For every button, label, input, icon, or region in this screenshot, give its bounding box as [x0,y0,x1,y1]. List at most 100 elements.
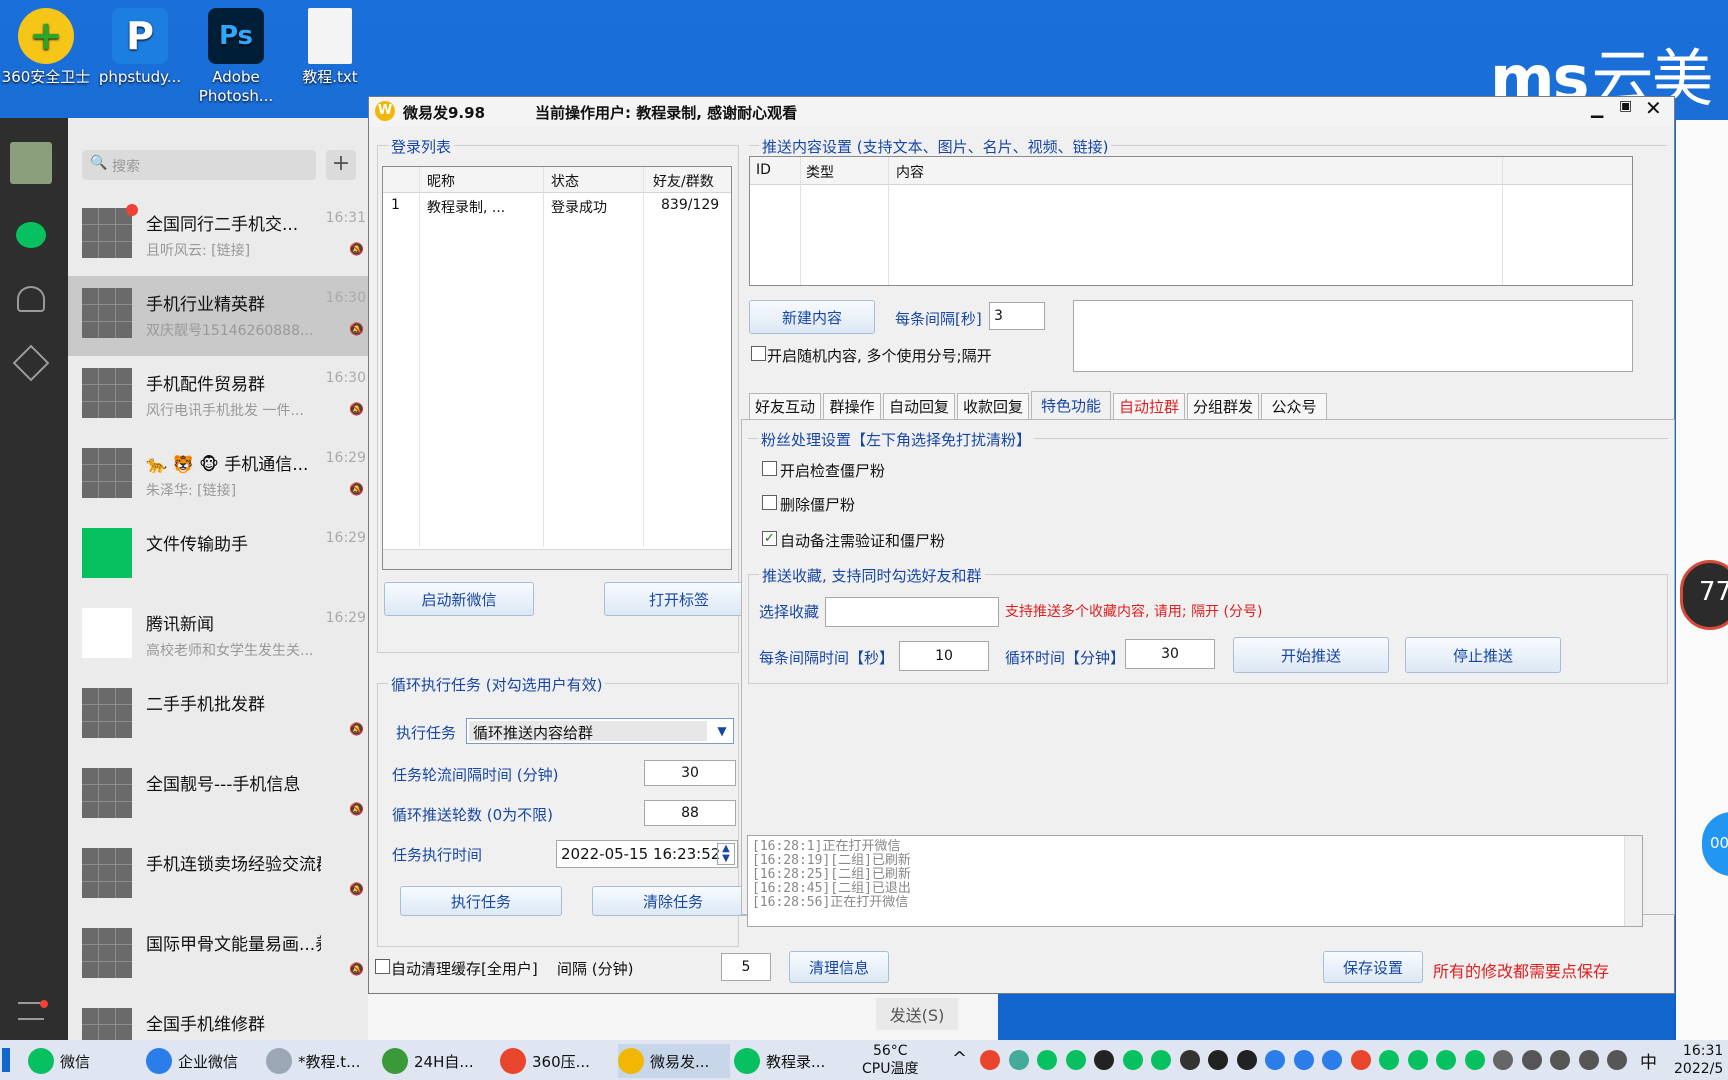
tray-icon[interactable] [1493,1050,1513,1070]
taskbar-item[interactable]: 微信 [28,1044,140,1078]
clear-task-button[interactable]: 清除任务 [592,886,754,916]
push-interval-input[interactable]: 3 [989,302,1045,330]
clock[interactable]: 16:31 2022/5 [1674,1042,1723,1078]
tray-icon[interactable] [1464,1050,1485,1070]
column-header[interactable]: 昵称 [427,171,455,191]
spin-icon[interactable]: ▲ ▼ [717,843,735,865]
new-content-button[interactable]: 新建内容 [749,300,875,334]
tray-icon[interactable] [980,1050,1000,1070]
taskbar-item[interactable]: 微易发... [618,1044,730,1078]
chat-list-item[interactable]: 手机行业精英群 16:30 双庆靓号15146260888... 🔕 [68,276,368,356]
cube-icon[interactable] [12,344,50,382]
tab-7[interactable]: 分组群发 [1187,393,1259,419]
save-settings-button[interactable]: 保存设置 [1323,951,1423,983]
check-zombie-checkbox[interactable] [762,461,777,476]
column-header[interactable]: 内容 [896,162,924,182]
tray-icon[interactable] [1179,1050,1200,1070]
chat-list-item[interactable]: 国际甲骨文能量易画...养... 🔕 [68,916,368,996]
tray-icon[interactable] [1293,1050,1314,1070]
chat-list-item[interactable]: 全国同行二手机交... 16:31 且听风云: [链接] 🔕 [68,196,368,276]
tray-icon[interactable] [1350,1050,1371,1070]
each-interval-input[interactable]: 10 [899,641,989,671]
tray-icon[interactable] [1550,1050,1570,1070]
avatar[interactable] [10,142,52,184]
ime-indicator[interactable]: 中 [1640,1048,1657,1073]
taskbar-item[interactable]: *教程.t... [266,1044,378,1078]
desktop-icon-phpstudy[interactable]: P phpstudy... [94,8,186,87]
tab-5[interactable]: 特色功能 [1031,391,1111,419]
tray-icon[interactable] [1122,1050,1143,1070]
chat-list-item[interactable]: 腾讯新闻 16:29 高校老师和女学生发生关... [68,596,368,676]
table-row[interactable]: 1 教程录制, ... 登录成功 839/129 [383,194,731,216]
chat-list-item[interactable]: 🐆 🐯 🐵 手机通信... 16:29 朱泽华: [链接] 🔕 [68,436,368,516]
loop-time-input[interactable]: 30 [1125,639,1215,669]
column-header[interactable]: 好友/群数 [653,171,714,191]
column-header[interactable]: 状态 [551,171,579,191]
task-select[interactable]: 循环推送内容给群 ▼ [466,718,734,744]
horizontal-scrollbar[interactable] [383,549,731,569]
tray-icon[interactable] [1236,1050,1257,1070]
chevron-down-icon[interactable]: ▼ [713,721,731,741]
start-new-wechat-button[interactable]: 启动新微信 [384,582,534,616]
taskbar-item[interactable]: 360压... [500,1044,612,1078]
tray-icon[interactable] [1578,1050,1599,1070]
chat-list-item[interactable]: 二手手机批发群 🔕 [68,676,368,756]
vertical-scrollbar[interactable] [1624,836,1642,926]
maximize-icon[interactable]: ▣ [1619,98,1632,114]
auto-remark-checkbox[interactable]: ✓ [762,531,777,546]
tray-icon[interactable] [1151,1050,1171,1070]
tab-8[interactable]: 公众号 [1261,393,1327,419]
chat-list-item[interactable]: 手机连锁卖场经验交流群 🔕 [68,836,368,916]
tray-icon[interactable] [1065,1050,1086,1070]
tray-icon[interactable] [1037,1050,1057,1070]
chat-list-item[interactable]: 全国靓号---手机信息 🔕 [68,756,368,836]
tray-icon[interactable] [1208,1050,1228,1070]
open-tag-button[interactable]: 打开标签 [604,582,754,616]
tray-icon[interactable] [1436,1050,1456,1070]
tray-icon[interactable] [1322,1050,1342,1070]
tray-icon[interactable] [1265,1050,1285,1070]
taskbar-item[interactable]: 24H自... [382,1044,494,1078]
chat-list-item[interactable]: 手机配件贸易群 16:30 风行电讯手机批发 一件... 🔕 [68,356,368,436]
stop-push-button[interactable]: 停止推送 [1405,637,1561,673]
close-icon[interactable]: ✕ [1645,96,1662,120]
tab-2[interactable]: 群操作 [823,393,881,419]
log-panel[interactable]: [16:28:1]正在打开微信 [16:28:19][二组]已刷新 [16:28:2… [747,835,1643,927]
rounds-input[interactable]: 88 [644,800,736,826]
send-button[interactable]: 发送(S) [876,998,958,1030]
start-push-button[interactable]: 开始推送 [1233,637,1389,673]
speed-ball[interactable]: 77 [1680,560,1728,630]
start-button[interactable] [2,1048,10,1072]
minimize-icon[interactable]: ▁ [1591,99,1603,118]
tray-icon[interactable] [1407,1050,1428,1070]
chat-list-item[interactable]: 文件传输助手 16:29 [68,516,368,596]
login-table[interactable]: 昵称 状态 好友/群数 1 教程录制, ... 登录成功 839/129 [382,166,732,570]
datetime-picker[interactable]: 2022-05-15 16:23:52 ▲ ▼ [556,840,738,868]
execute-task-button[interactable]: 执行任务 [400,886,562,916]
tray-icon[interactable] [1607,1050,1627,1070]
auto-clean-interval-input[interactable]: 5 [721,953,771,981]
taskbar-item[interactable]: 企业微信 [146,1044,258,1078]
tray-icon[interactable] [1379,1050,1399,1070]
desktop-icon-photoshop[interactable]: Ps Adobe Photosh... [190,8,282,106]
chat-icon[interactable] [16,222,46,248]
desktop-icon-txt[interactable]: 教程.txt [284,8,376,87]
desktop-icon-360[interactable]: + 360安全卫士 [0,8,92,87]
tab-1[interactable]: 好友互动 [749,393,821,419]
column-header[interactable]: 类型 [806,162,834,182]
taskbar-item[interactable]: 教程录... [734,1044,846,1078]
tray-icon[interactable] [1008,1050,1029,1070]
push-content-table[interactable]: ID 类型 内容 [749,156,1633,286]
tray-icon[interactable] [1521,1050,1542,1070]
add-button[interactable]: + [326,150,356,180]
random-content-textarea[interactable] [1073,300,1633,372]
clear-info-button[interactable]: 清理信息 [789,951,889,983]
random-content-checkbox[interactable] [751,346,766,361]
interval-input[interactable]: 30 [644,760,736,786]
tray-icon[interactable] [1094,1050,1114,1070]
column-header[interactable]: ID [756,162,771,178]
select-favorite-input[interactable] [825,597,999,627]
search-input[interactable]: 🔍 搜索 [82,150,316,180]
auto-clean-checkbox[interactable] [375,959,390,974]
delete-zombie-checkbox[interactable] [762,495,777,510]
